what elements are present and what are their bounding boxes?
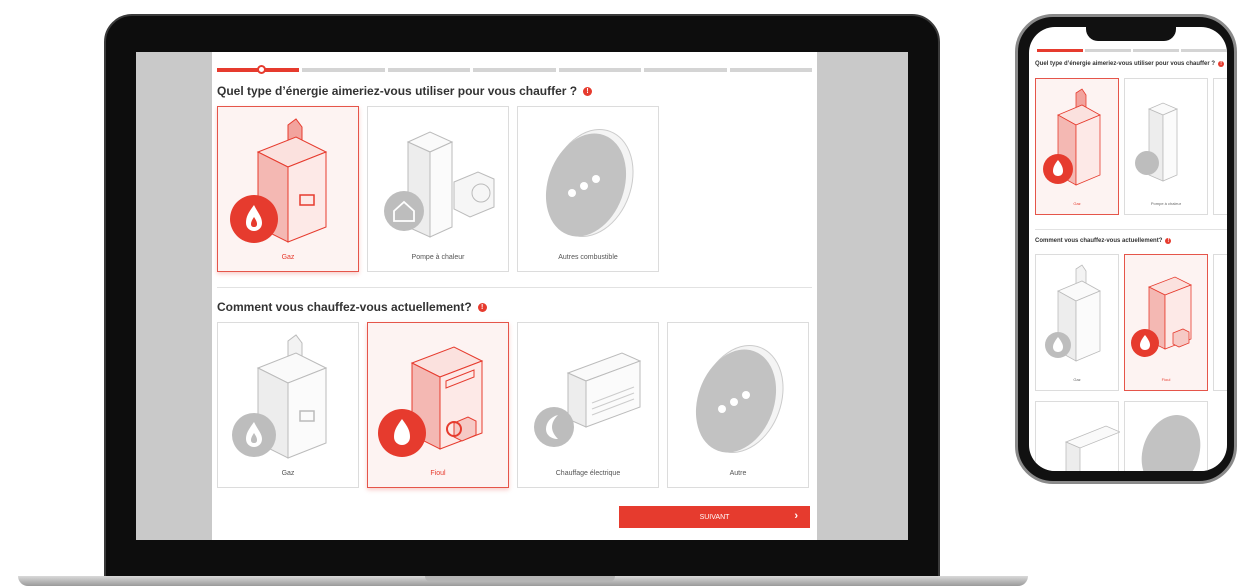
option-label: Gaz [1073,201,1081,206]
progress-segment [473,68,556,72]
question-1-text: Quel type d’énergie aimeriez-vous utilis… [217,84,578,98]
progress-segment [387,68,471,72]
next-button[interactable]: SUIVANT › [619,506,810,528]
progress-segment [302,68,385,72]
more-options-icon [545,129,634,237]
option-label: Autres combustible [558,254,618,261]
laptop-notch [425,576,615,582]
phone-screen: Quel type d’énergie aimeriez-vous utilis… [1029,27,1227,471]
progress-bar [217,65,812,74]
option-gaz[interactable]: Gaz [1035,78,1119,215]
progress-segment [729,68,812,72]
question-2-text: Comment vous chauffez-vous actuellement? [1035,238,1163,244]
option-label: Pompe à chaleur [411,254,465,261]
electric-heater-icon [1064,425,1120,471]
option-label: Fioul [1161,377,1171,382]
next-button-label: SUIVANT [699,513,730,521]
progress-segment [1133,49,1179,52]
option-gaz[interactable]: Gaz [1035,254,1119,391]
option-chauffage-electrique[interactable]: Chauffage électrique [517,322,659,488]
option-autre[interactable]: Autre [667,322,809,488]
mockup-stage: Quel type d’énergie aimeriez-vous utilis… [0,0,1239,588]
gas-boiler-icon [232,334,328,459]
electric-heater-icon [534,352,642,447]
oil-boiler-icon [378,346,484,457]
option-gaz[interactable]: Gaz [217,106,359,272]
progress-bar [1037,49,1227,52]
phone-notch [1086,25,1176,41]
progress-segment [644,68,727,72]
option-pompe-a-chaleur[interactable]: Pompe à chaleur [367,106,509,272]
gas-boiler-icon [230,118,328,243]
info-icon[interactable]: ! [583,86,593,96]
option-chauffage-electrique[interactable] [1035,401,1120,471]
progress-segment [1037,49,1083,52]
option-chauffage-electrique[interactable] [1213,254,1227,391]
section-divider [217,287,812,288]
progress-segment [1181,49,1227,52]
option-fioul[interactable]: Fioul [367,322,509,488]
option-gaz[interactable]: Gaz [217,322,359,488]
question-1-text: Quel type d’énergie aimeriez-vous utilis… [1035,61,1216,67]
form-content: Quel type d’énergie aimeriez-vous utilis… [212,52,817,540]
option-fioul[interactable]: Fioul [1124,254,1208,391]
laptop-screen: Quel type d’énergie aimeriez-vous utilis… [136,52,908,540]
question-2-options: Gaz Fioul Chauffage électrique Autre [217,322,812,488]
option-label: Chauffage électrique [555,470,621,477]
question-title: Quel type d’énergie aimeriez-vous utilis… [1035,61,1225,67]
option-label: Pompe à chaleur [1150,201,1182,206]
option-autres-combustible[interactable] [1213,78,1227,215]
option-label: Gaz [1073,377,1081,382]
heat-pump-icon [384,131,495,238]
question-title: Comment vous chauffez-vous actuellement?… [217,300,812,314]
option-autres-combustible[interactable]: Autres combustible [517,106,659,272]
more-options-icon [695,345,784,453]
gas-boiler-icon [1045,264,1101,362]
option-autre[interactable] [1124,401,1208,471]
question-1-options: Gaz Pompe à chaleur Autres combustible [217,106,812,272]
option-pompe-a-chaleur[interactable]: Pompe à chaleur [1124,78,1208,215]
more-options-icon [1141,415,1201,471]
question-2-text: Comment vous chauffez-vous actuellement? [217,300,472,314]
option-label: Fioul [430,470,446,477]
section-divider [1035,229,1227,230]
heat-pump-icon [1135,102,1179,182]
info-icon[interactable]: ! [1165,238,1172,244]
chevron-right-icon: › [794,510,798,522]
info-icon[interactable]: ! [1218,61,1225,67]
option-label: Autre [729,470,747,477]
progress-segment [1085,49,1131,52]
gas-boiler-icon [1043,88,1101,186]
question-title: Quel type d’énergie aimeriez-vous utilis… [217,84,812,98]
option-label: Gaz [281,254,295,261]
option-label: Gaz [281,470,295,477]
progress-segment [558,68,642,72]
info-icon[interactable]: ! [477,302,487,312]
question-title: Comment vous chauffez-vous actuellement?… [1035,238,1172,244]
progress-marker [257,65,266,74]
oil-boiler-icon [1131,276,1192,357]
